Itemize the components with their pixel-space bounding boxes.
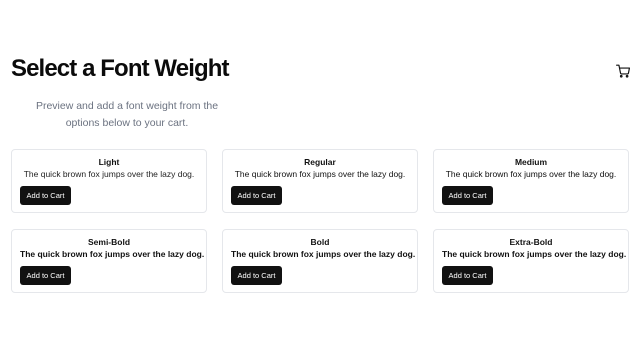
- card-sample-text: The quick brown fox jumps over the lazy …: [23, 169, 195, 179]
- font-weight-card-medium: Medium The quick brown fox jumps over th…: [433, 149, 629, 213]
- font-weight-grid: Light The quick brown fox jumps over the…: [11, 149, 629, 293]
- add-to-cart-button-extra-bold[interactable]: Add to Cart: [442, 266, 493, 285]
- add-to-cart-button-semi-bold[interactable]: Add to Cart: [20, 266, 71, 285]
- font-weight-card-extra-bold: Extra-Bold The quick brown fox jumps ove…: [433, 229, 629, 293]
- page-title: Select a Font Weight: [11, 55, 229, 82]
- card-title: Light: [98, 157, 120, 167]
- card-title: Bold: [310, 237, 330, 247]
- card-title: Extra-Bold: [509, 237, 553, 247]
- font-weight-card-light: Light The quick brown fox jumps over the…: [11, 149, 207, 213]
- add-to-cart-button-regular[interactable]: Add to Cart: [231, 186, 282, 205]
- card-sample-text: The quick brown fox jumps over the lazy …: [234, 169, 406, 179]
- card-title: Semi-Bold: [87, 237, 131, 247]
- card-title: Medium: [514, 157, 548, 167]
- card-sample-text: The quick brown fox jumps over the lazy …: [445, 169, 617, 179]
- add-to-cart-button-bold[interactable]: Add to Cart: [231, 266, 282, 285]
- add-to-cart-button-light[interactable]: Add to Cart: [20, 186, 71, 205]
- shopping-cart-icon[interactable]: [616, 64, 630, 78]
- add-to-cart-button-medium[interactable]: Add to Cart: [442, 186, 493, 205]
- font-weight-card-bold: Bold The quick brown fox jumps over the …: [222, 229, 418, 293]
- card-sample-text: The quick brown fox jumps over the lazy …: [231, 249, 416, 259]
- page-subtitle: Preview and add a font weight from the o…: [35, 100, 219, 129]
- card-title: Regular: [304, 157, 336, 167]
- font-weight-card-regular: Regular The quick brown fox jumps over t…: [222, 149, 418, 213]
- card-sample-text: The quick brown fox jumps over the lazy …: [20, 249, 205, 259]
- font-weight-card-semi-bold: Semi-Bold The quick brown fox jumps over…: [11, 229, 207, 293]
- card-sample-text: The quick brown fox jumps over the lazy …: [442, 249, 627, 259]
